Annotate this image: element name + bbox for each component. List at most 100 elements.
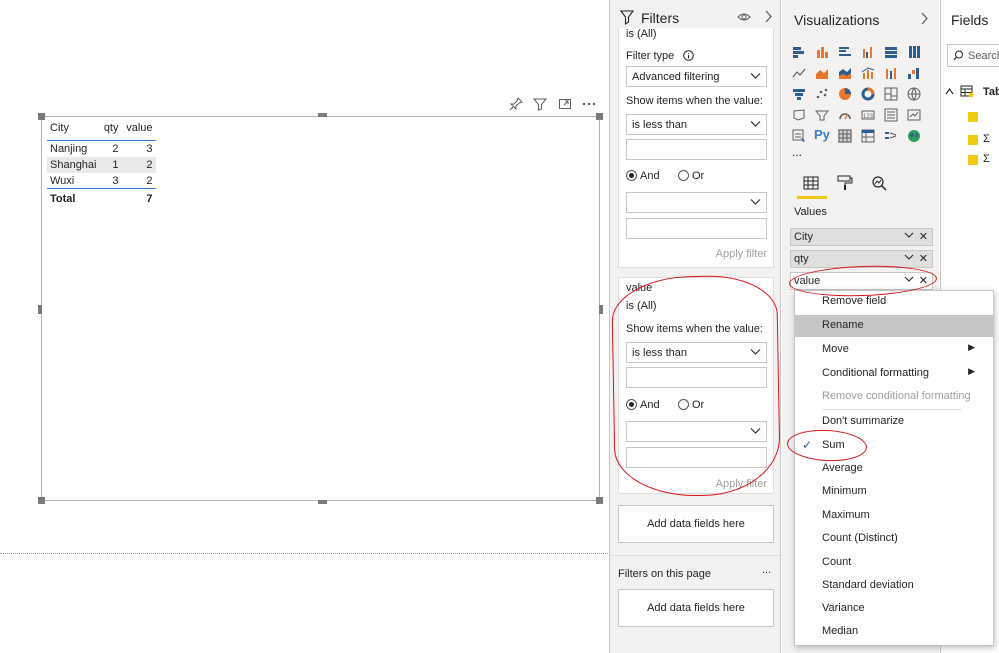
menu-item-median[interactable]: Median bbox=[795, 621, 993, 643]
table-visual[interactable]: City qty value Nanjing 2 3 Shanghai 1 2 … bbox=[38, 113, 603, 504]
map-icon[interactable] bbox=[907, 87, 921, 101]
format-paint-roller-icon[interactable] bbox=[837, 175, 853, 191]
ribbon-chart-icon[interactable] bbox=[884, 66, 898, 80]
menu-item-label: Remove conditional formatting bbox=[822, 390, 971, 402]
menu-item-label: Maximum bbox=[822, 509, 870, 521]
menu-item-conditional-formatting[interactable]: Conditional formatting ▶ bbox=[795, 363, 993, 385]
more-options-icon[interactable]: ... bbox=[762, 564, 771, 576]
condition-value-input[interactable] bbox=[626, 139, 767, 160]
stacked-area-chart-icon[interactable] bbox=[838, 66, 852, 80]
field-well-city[interactable]: City ✕ bbox=[790, 228, 933, 246]
fields-search-input[interactable]: Search bbox=[947, 44, 999, 67]
filter-type-label: Filter type bbox=[626, 50, 675, 62]
pin-icon[interactable] bbox=[509, 97, 523, 113]
resize-handle[interactable] bbox=[596, 113, 603, 120]
kpi-icon[interactable] bbox=[907, 108, 921, 122]
area-chart-icon[interactable] bbox=[815, 66, 829, 80]
matrix-icon[interactable] bbox=[861, 129, 875, 143]
resize-handle[interactable] bbox=[596, 497, 603, 504]
column-header-qty[interactable]: qty bbox=[99, 122, 122, 141]
menu-item-minimum[interactable]: Minimum bbox=[795, 481, 993, 503]
line-and-column-chart-icon[interactable] bbox=[861, 66, 875, 80]
data-table: City qty value Nanjing 2 3 Shanghai 1 2 … bbox=[47, 122, 156, 206]
filter-icon[interactable] bbox=[532, 97, 548, 113]
card-icon[interactable]: 123 bbox=[861, 108, 875, 122]
donut-chart-icon[interactable] bbox=[861, 87, 875, 101]
column-header-city[interactable]: City bbox=[47, 122, 100, 141]
filled-map-icon[interactable] bbox=[792, 108, 806, 122]
chevron-down-icon[interactable] bbox=[904, 252, 914, 265]
key-influencers-icon[interactable] bbox=[884, 129, 898, 143]
focus-mode-icon[interactable] bbox=[558, 97, 572, 113]
more-visuals-icon[interactable]: ... bbox=[792, 145, 802, 159]
remove-field-icon[interactable]: ✕ bbox=[919, 252, 928, 265]
menu-item-maximum[interactable]: Maximum bbox=[795, 505, 993, 527]
menu-item-standard-deviation[interactable]: Standard deviation bbox=[795, 575, 993, 597]
menu-item-average[interactable]: Average bbox=[795, 458, 993, 480]
line-chart-icon[interactable] bbox=[792, 66, 806, 80]
analytics-magnifier-icon[interactable] bbox=[871, 175, 887, 191]
funnel-chart-icon[interactable] bbox=[792, 87, 806, 101]
table-icon[interactable] bbox=[838, 129, 852, 143]
collapse-chevron-icon[interactable] bbox=[921, 12, 929, 28]
condition2-dropdown[interactable] bbox=[626, 192, 767, 213]
chevron-down-icon[interactable] bbox=[904, 230, 914, 243]
resize-handle[interactable] bbox=[38, 305, 42, 314]
globe-visual-icon[interactable] bbox=[907, 129, 921, 143]
gauge-icon[interactable] bbox=[838, 108, 852, 122]
resize-handle[interactable] bbox=[318, 113, 327, 117]
menu-item-count[interactable]: Count bbox=[795, 552, 993, 574]
stacked-column-chart-icon[interactable] bbox=[815, 45, 829, 59]
condition-dropdown[interactable]: is less than bbox=[626, 114, 767, 135]
clustered-bar-chart-icon[interactable] bbox=[838, 45, 852, 59]
shape-map-icon[interactable] bbox=[815, 108, 829, 122]
treemap-icon[interactable] bbox=[884, 87, 898, 101]
apply-filter-button[interactable]: Apply filter bbox=[716, 248, 767, 260]
clustered-column-chart-icon[interactable] bbox=[861, 45, 875, 59]
resize-handle[interactable] bbox=[318, 500, 327, 504]
scatter-chart-icon[interactable] bbox=[815, 87, 829, 101]
report-canvas[interactable]: City qty value Nanjing 2 3 Shanghai 1 2 … bbox=[0, 0, 608, 653]
menu-item-rename[interactable]: Rename bbox=[795, 315, 993, 337]
100-percent-column-chart-icon[interactable] bbox=[907, 45, 921, 59]
resize-handle[interactable] bbox=[38, 497, 45, 504]
menu-item-move[interactable]: Move ▶ bbox=[795, 339, 993, 361]
section-divider bbox=[610, 555, 782, 556]
field-checkbox-value[interactable] bbox=[968, 155, 978, 165]
info-icon[interactable] bbox=[683, 50, 694, 64]
remove-field-icon[interactable]: ✕ bbox=[919, 230, 928, 243]
field-checkbox-city[interactable] bbox=[968, 112, 978, 122]
multi-row-card-icon[interactable] bbox=[884, 108, 898, 122]
cell-qty: 1 bbox=[99, 156, 122, 173]
add-data-fields-visual[interactable]: Add data fields here bbox=[618, 505, 774, 543]
stacked-bar-chart-icon[interactable] bbox=[792, 45, 806, 59]
menu-separator bbox=[822, 409, 962, 410]
field-checkbox-qty[interactable] bbox=[968, 135, 978, 145]
pie-chart-icon[interactable] bbox=[838, 87, 852, 101]
resize-handle[interactable] bbox=[599, 305, 603, 314]
menu-item-count-distinct[interactable]: Count (Distinct) bbox=[795, 528, 993, 550]
collapse-table-chevron-icon[interactable] bbox=[945, 88, 954, 95]
table-row: Nanjing 2 3 bbox=[47, 141, 156, 157]
resize-handle[interactable] bbox=[38, 113, 45, 120]
menu-item-variance[interactable]: Variance bbox=[795, 598, 993, 620]
chevron-down-icon bbox=[750, 196, 761, 210]
menu-item-label: Standard deviation bbox=[822, 579, 914, 591]
eye-icon[interactable] bbox=[737, 11, 751, 26]
100-percent-bar-chart-icon[interactable] bbox=[884, 45, 898, 59]
add-data-fields-page[interactable]: Add data fields here bbox=[618, 589, 774, 627]
condition2-value-input[interactable] bbox=[626, 218, 767, 239]
collapse-chevron-icon[interactable] bbox=[765, 10, 773, 26]
waterfall-chart-icon[interactable] bbox=[907, 66, 921, 80]
python-visual-icon[interactable]: Py bbox=[814, 127, 830, 142]
and-radio[interactable] bbox=[626, 170, 637, 181]
fields-tab-icon[interactable] bbox=[803, 175, 819, 191]
more-options-icon[interactable] bbox=[582, 97, 596, 113]
slicer-icon[interactable] bbox=[792, 129, 806, 143]
filter-type-dropdown[interactable]: Advanced filtering bbox=[626, 66, 767, 87]
or-radio[interactable] bbox=[678, 170, 689, 181]
active-tab-indicator bbox=[797, 196, 827, 199]
filter-card-advanced[interactable]: is (All) Filter type Advanced filtering … bbox=[618, 28, 774, 268]
table-name[interactable]: Table bbox=[983, 86, 999, 98]
column-header-value[interactable]: value bbox=[121, 122, 156, 141]
